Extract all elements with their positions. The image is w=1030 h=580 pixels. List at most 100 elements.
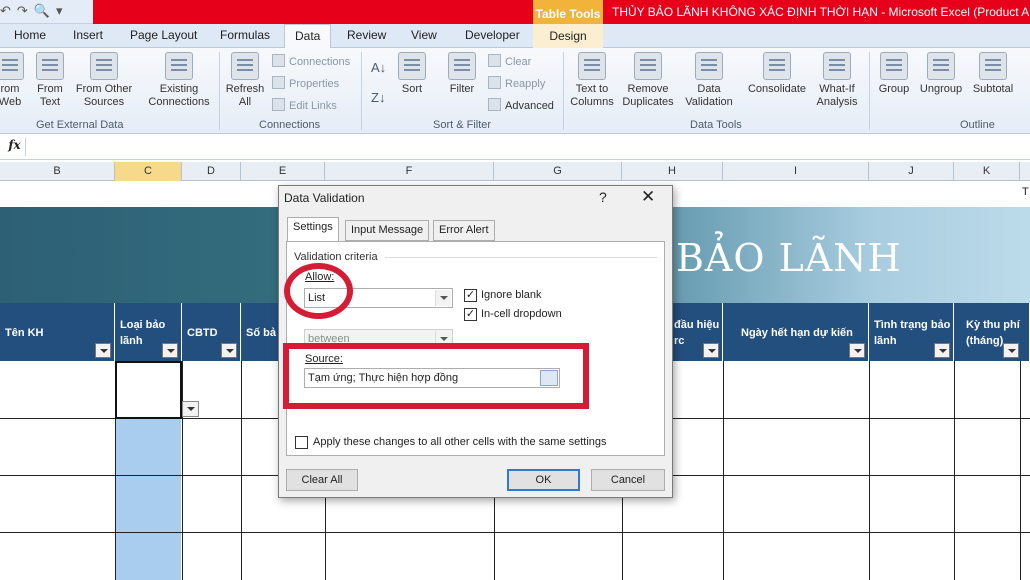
group-separator (219, 52, 220, 130)
fx-icon[interactable]: fx (4, 138, 26, 156)
data-validation-dialog: Data Validation ? ✕ Settings Input Messa… (278, 185, 673, 498)
column-header-k[interactable]: K (954, 162, 1020, 181)
clear-filter-button[interactable]: Clear (488, 54, 531, 68)
column-header-j[interactable]: J (869, 162, 954, 181)
column-header-e[interactable]: E (241, 162, 325, 181)
header-tinh-trang: Tình trạng bảo lãnh (869, 303, 954, 361)
filter-dropdown-icon[interactable] (703, 343, 719, 358)
tab-insert[interactable]: Insert (73, 28, 103, 42)
sort-za-icon[interactable]: Z↓ (371, 90, 385, 105)
consolidate-label: Consolidate (747, 83, 807, 95)
filter-dropdown-icon[interactable] (1003, 343, 1019, 358)
tab-page-layout[interactable]: Page Layout (130, 28, 197, 42)
active-cell[interactable] (115, 361, 182, 419)
column-header-g[interactable]: G (494, 162, 622, 181)
tab-data[interactable]: Data (284, 24, 332, 49)
consolidate-button[interactable]: Consolidate (744, 52, 810, 96)
column-header-h[interactable]: H (622, 162, 723, 181)
column-header-f[interactable]: F (325, 162, 494, 181)
apply-all-checkbox[interactable] (295, 436, 308, 449)
existing-connections-label: Existing Connections (148, 83, 210, 108)
group-separator (563, 52, 564, 130)
tab-settings[interactable]: Settings (287, 217, 339, 242)
tab-home[interactable]: Home (14, 28, 46, 42)
tab-error-alert[interactable]: Error Alert (433, 220, 495, 241)
group-button[interactable]: Group (876, 52, 912, 96)
reapply-button[interactable]: Reapply (488, 76, 545, 90)
existing-connections-button[interactable]: Existing Connections (146, 52, 212, 109)
data-validation-button[interactable]: Data Validation (680, 52, 738, 109)
ungroup-label: Ungroup (919, 83, 963, 95)
from-text-button[interactable]: From Text (33, 52, 67, 109)
header-loai-bao-lanh: Loại bảo lãnh (115, 303, 182, 361)
print-preview-icon[interactable]: 🔍 (34, 3, 50, 19)
clear-filter-icon (488, 54, 501, 67)
tab-developer[interactable]: Developer (465, 28, 520, 42)
shaded-cell[interactable] (115, 533, 181, 580)
column-header-i[interactable]: I (723, 162, 869, 181)
from-text-label: From Text (37, 83, 63, 108)
group-label-connections: Connections (259, 119, 321, 131)
clear-all-button[interactable]: Clear All (286, 469, 358, 491)
text-to-columns-button[interactable]: Text to Columns (569, 52, 615, 109)
cell-dropdown-icon[interactable] (182, 401, 199, 417)
column-header-b[interactable]: B (0, 162, 115, 181)
reapply-icon (488, 76, 501, 89)
dialog-title: Data Validation (284, 191, 365, 205)
tab-design[interactable]: Design (533, 24, 603, 48)
quick-access-toolbar: ↶ ↷ 🔍 ▾ (0, 3, 63, 19)
tab-review[interactable]: Review (347, 28, 386, 42)
advanced-filter-button[interactable]: Advanced (488, 98, 554, 112)
filter-dropdown-icon[interactable] (934, 343, 950, 358)
tab-view[interactable]: View (411, 28, 437, 42)
shaded-cell[interactable] (115, 476, 181, 533)
group-label-outline: Outline (960, 119, 995, 131)
customize-qat-icon[interactable]: ▾ (56, 3, 63, 19)
close-icon[interactable]: ✕ (641, 187, 655, 207)
undo-icon[interactable]: ↶ (0, 3, 11, 19)
ok-button[interactable]: OK (507, 469, 580, 491)
banner-title: BẢO LÃNH (676, 236, 902, 280)
ungroup-button[interactable]: Ungroup (917, 52, 965, 96)
sort-az-icon[interactable]: A↓ (371, 60, 386, 75)
help-icon[interactable]: ? (599, 189, 607, 205)
tab-formulas[interactable]: Formulas (220, 28, 270, 42)
data-validation-icon (695, 52, 723, 80)
properties-button[interactable]: Properties (272, 76, 339, 90)
what-if-analysis-button[interactable]: What-If Analysis (812, 52, 862, 109)
edit-links-button[interactable]: Edit Links (272, 98, 337, 112)
subtotal-button[interactable]: Subtotal (970, 52, 1016, 96)
properties-icon (272, 76, 285, 89)
text-to-columns-label: Text to Columns (570, 83, 614, 108)
what-if-label: What-If Analysis (816, 83, 858, 108)
title-bar: ↶ ↷ 🔍 ▾ Table Tools THỦY BẢO LÃNH KHÔNG … (0, 0, 1030, 24)
filter-label: Filter (449, 83, 475, 95)
filter-dropdown-icon[interactable] (95, 343, 111, 358)
filter-button[interactable]: Filter (446, 52, 478, 96)
cancel-button[interactable]: Cancel (591, 469, 665, 491)
filter-dropdown-icon[interactable] (221, 343, 237, 358)
sort-button[interactable]: Sort (397, 52, 427, 96)
column-header-c[interactable]: C (115, 162, 182, 181)
remove-duplicates-button[interactable]: Remove Duplicates (620, 52, 676, 109)
connections-button[interactable]: Connections (272, 54, 350, 68)
from-web-button[interactable]: rom Web (0, 52, 24, 109)
ignore-blank-checkbox[interactable]: ✓ (464, 289, 477, 302)
filter-dropdown-icon[interactable] (849, 343, 865, 358)
grid-line (723, 361, 724, 580)
header-ten-kh: Tên KH (0, 303, 115, 361)
window-title: THỦY BẢO LÃNH KHÔNG XÁC ĐỊNH THỜI HẠN - … (612, 5, 1030, 19)
header-label: CBTD (187, 327, 218, 339)
from-other-sources-button[interactable]: From Other Sources (73, 52, 135, 109)
formula-input[interactable] (32, 138, 1022, 156)
grid-line (0, 532, 1030, 533)
column-header-d[interactable]: D (182, 162, 241, 181)
refresh-all-button[interactable]: Refresh All (224, 52, 266, 109)
in-cell-dropdown-checkbox[interactable]: ✓ (464, 308, 477, 321)
shaded-cell[interactable] (115, 419, 181, 476)
redo-icon[interactable]: ↷ (17, 3, 28, 19)
text-file-icon (36, 52, 64, 80)
tab-input-message[interactable]: Input Message (345, 220, 430, 241)
filter-dropdown-icon[interactable] (162, 343, 178, 358)
group-label-get-external-data: Get External Data (36, 119, 124, 131)
